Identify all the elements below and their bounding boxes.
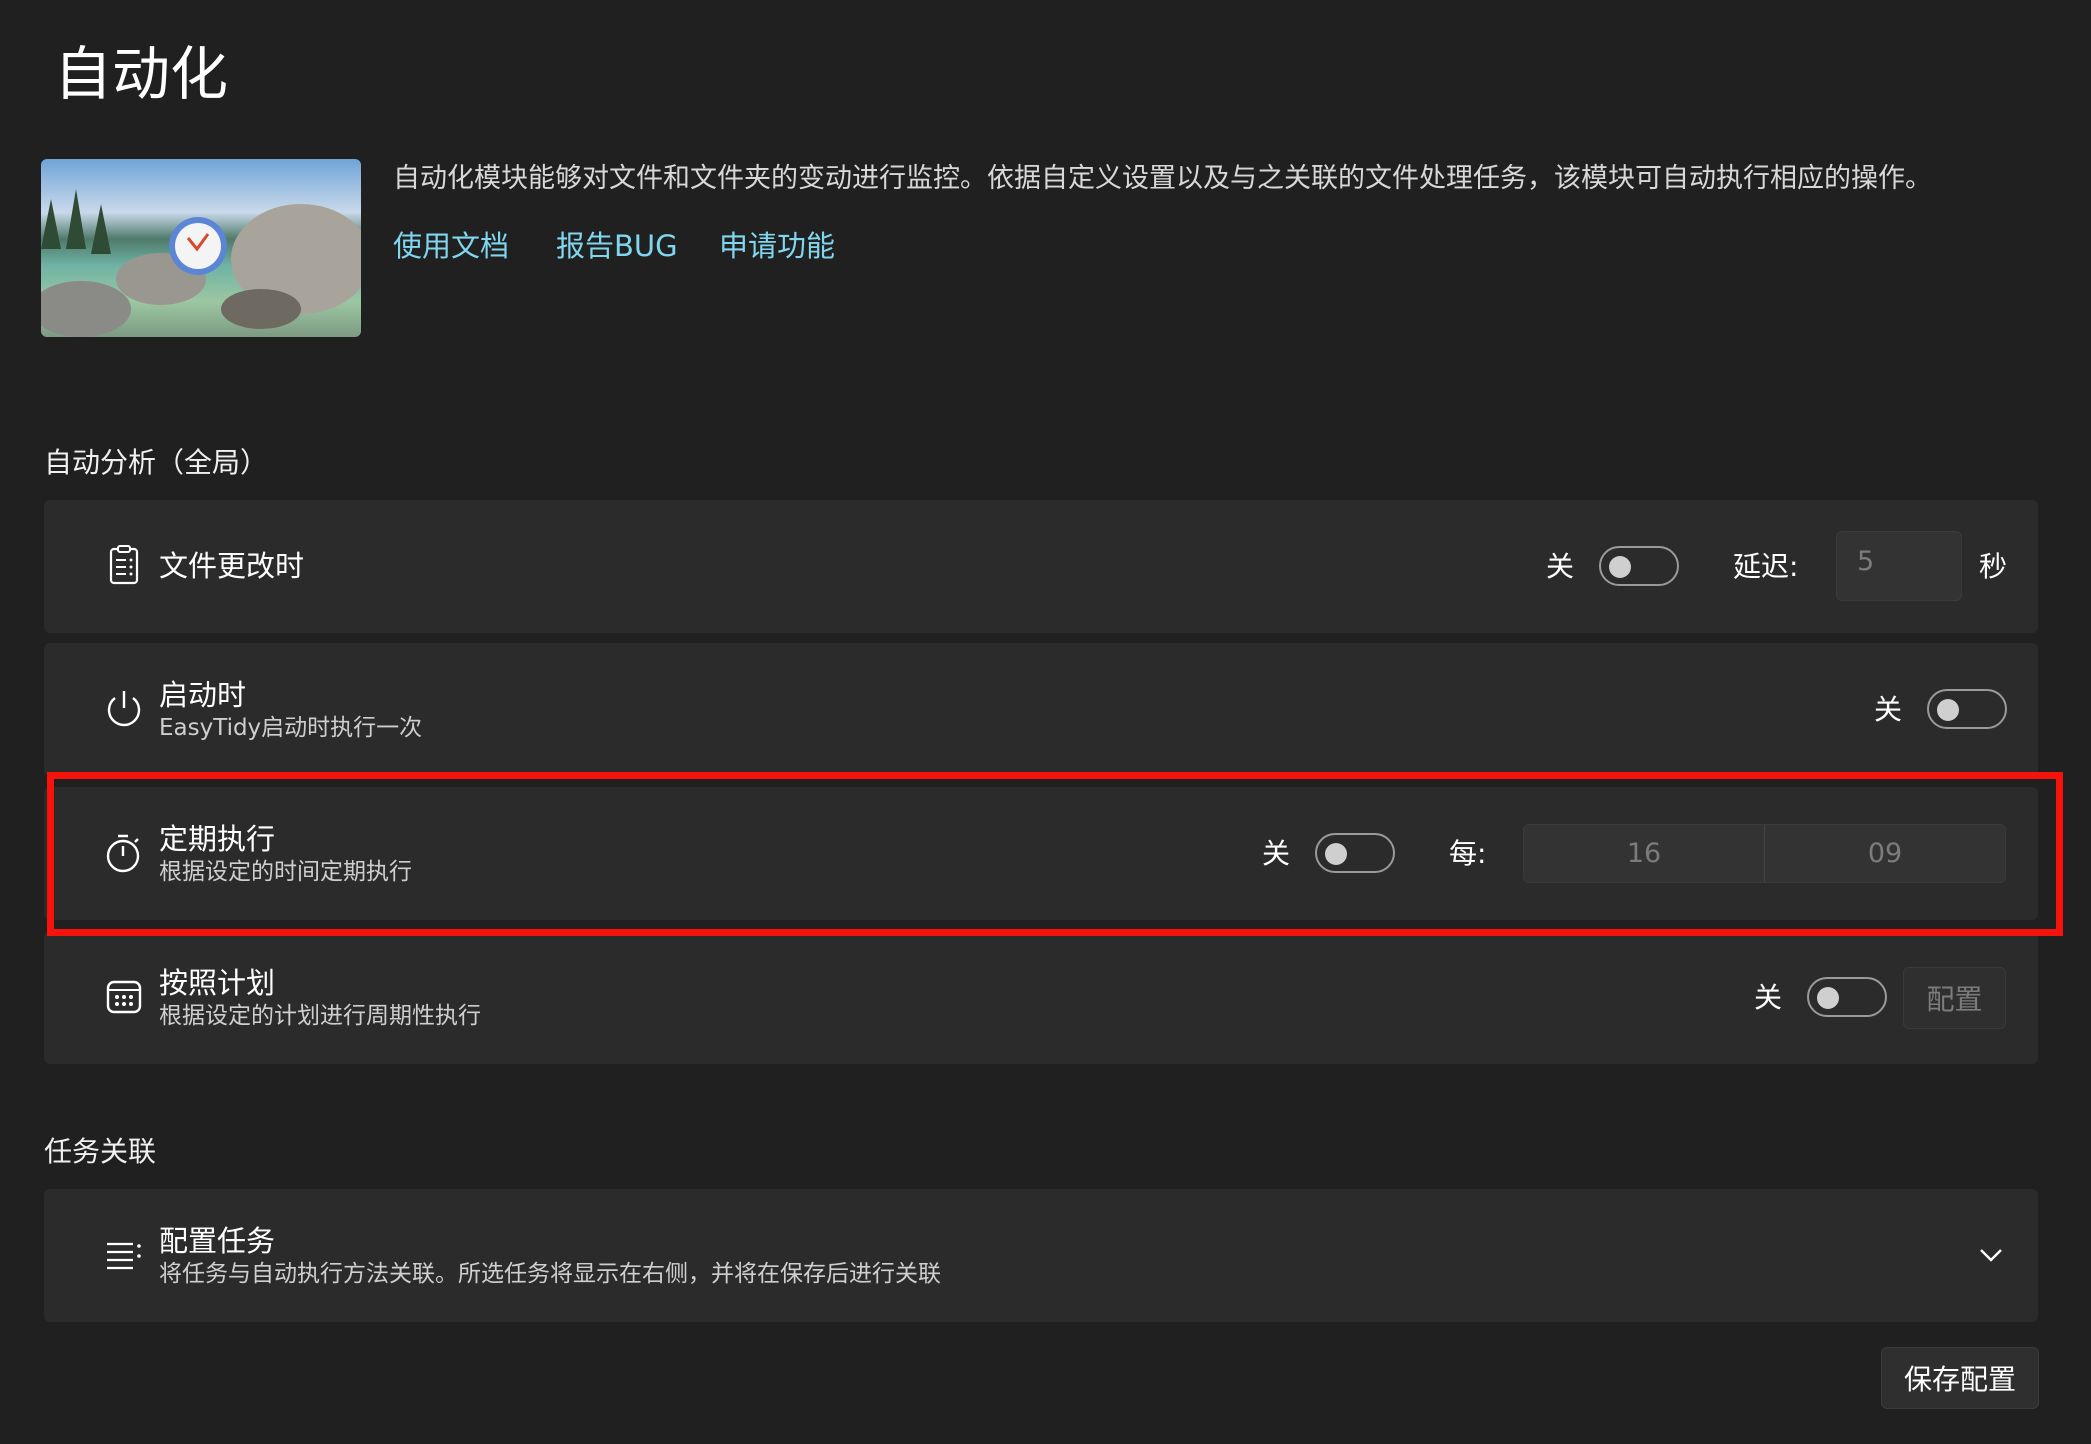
delay-label: 延迟: [1733, 550, 1799, 583]
by-plan-title: 按照计划 [159, 966, 276, 1000]
by-plan-toggle[interactable] [1807, 977, 1887, 1017]
scheduled-subtitle: 根据设定的时间定期执行 [159, 859, 412, 885]
request-feature-link[interactable]: 申请功能 [719, 226, 835, 266]
report-bug-link[interactable]: 报告BUG [556, 226, 678, 266]
file-change-title: 文件更改时 [159, 549, 305, 583]
module-description: 自动化模块能够对文件和文件夹的变动进行监控。依据自定义设置以及与之关联的文件处理… [393, 163, 1932, 194]
delay-unit: 秒 [1979, 550, 2008, 583]
toggle-knob [1609, 556, 1631, 578]
by-plan-toggle-label: 关 [1754, 981, 1783, 1014]
config-tasks-card[interactable]: 配置任务 将任务与自动执行方法关联。所选任务将显示在右侧，并将在保存后进行关联 [44, 1189, 2038, 1322]
on-startup-toggle[interactable] [1927, 689, 2007, 729]
config-tasks-subtitle: 将任务与自动执行方法关联。所选任务将显示在右侧，并将在保存后进行关联 [159, 1261, 941, 1287]
on-startup-title: 启动时 [159, 678, 247, 712]
clock-icon [169, 217, 227, 275]
section-task-link: 任务关联 [44, 1135, 157, 1168]
scheduled-toggle-label: 关 [1262, 837, 1291, 870]
by-plan-subtitle: 根据设定的计划进行周期性执行 [159, 1003, 481, 1029]
toggle-knob [1937, 699, 1959, 721]
page-title: 自动化 [54, 40, 229, 108]
on-startup-subtitle: EasyTidy启动时执行一次 [159, 715, 423, 741]
config-tasks-title: 配置任务 [159, 1224, 276, 1258]
scheduled-toggle[interactable] [1315, 833, 1395, 873]
docs-link[interactable]: 使用文档 [393, 226, 509, 266]
every-label: 每: [1449, 837, 1487, 870]
clipboard-list-icon [109, 545, 139, 585]
hour-field[interactable]: 16 [1524, 825, 1765, 882]
toggle-knob [1325, 843, 1347, 865]
save-config-button[interactable]: 保存配置 [1881, 1347, 2039, 1409]
on-startup-toggle-label: 关 [1874, 693, 1903, 726]
by-plan-card: 按照计划 根据设定的计划进行周期性执行 关 配置 [44, 931, 2038, 1064]
list-icon [107, 1242, 141, 1270]
toggle-knob [1817, 987, 1839, 1009]
section-auto-analysis: 自动分析（全局） [44, 446, 269, 479]
on-startup-card: 启动时 EasyTidy启动时执行一次 关 [44, 643, 2038, 776]
file-change-card: 文件更改时 关 延迟: 5 秒 [44, 500, 2038, 633]
minute-field[interactable]: 09 [1765, 825, 2005, 882]
file-change-toggle-label: 关 [1546, 550, 1575, 583]
delay-input[interactable]: 5 [1836, 531, 1962, 601]
hero-image [41, 159, 361, 337]
chevron-down-icon[interactable] [1976, 1243, 2006, 1267]
file-change-toggle[interactable] [1599, 546, 1679, 586]
calendar-icon [106, 980, 142, 1014]
power-icon [107, 691, 141, 727]
scheduled-title: 定期执行 [159, 822, 276, 856]
scheduled-card: 定期执行 根据设定的时间定期执行 关 每: 16 09 [44, 787, 2038, 920]
plan-config-button[interactable]: 配置 [1903, 967, 2006, 1029]
time-picker[interactable]: 16 09 [1523, 824, 2006, 883]
timer-icon [106, 834, 140, 873]
